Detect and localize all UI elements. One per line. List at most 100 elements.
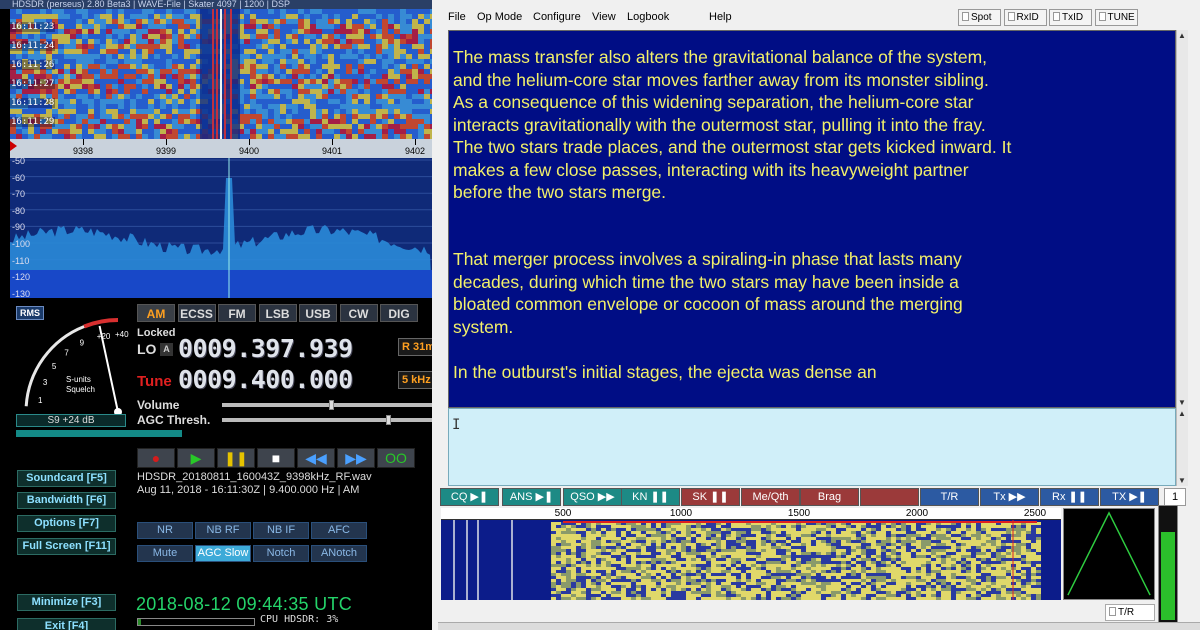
toggle-txid[interactable]: TxID (1049, 9, 1092, 26)
mode-button-ecss[interactable]: ECSS (177, 304, 216, 322)
toggle-spot[interactable]: Spot (958, 9, 1001, 26)
menu-op-mode[interactable]: Op Mode (477, 11, 522, 23)
lo-a-button[interactable]: A (160, 343, 173, 356)
macro-button[interactable] (860, 488, 919, 506)
forward-button[interactable]: ▶▶ (337, 448, 375, 468)
left-button[interactable]: Soundcard [F5] (17, 470, 116, 487)
audio-waterfall[interactable] (441, 508, 1061, 600)
audio-wf-cell (816, 561, 821, 564)
rf-spectrum[interactable] (10, 158, 432, 298)
mode-button-dig[interactable]: DIG (380, 304, 418, 322)
mode-button-am[interactable]: AM (137, 304, 175, 322)
dsp-button[interactable]: ANotch (311, 545, 367, 562)
scroll-up-icon[interactable]: ▲ (1178, 31, 1186, 40)
loop-button[interactable]: OO (377, 448, 415, 468)
band-badge[interactable]: R 31m (398, 338, 432, 356)
waterfall-cell (262, 99, 268, 104)
record-button[interactable]: ● (137, 448, 175, 468)
macro-button[interactable]: Tx ▶▶ (980, 488, 1039, 506)
macro-button[interactable]: Brag (800, 488, 859, 506)
volume-knob[interactable] (328, 400, 334, 410)
audio-wf-cell (636, 564, 641, 567)
waterfall-cell (370, 9, 376, 14)
menu-logbook[interactable]: Logbook (627, 11, 669, 23)
audio-wf-cell (576, 594, 581, 597)
volume-slider[interactable] (222, 400, 432, 410)
rms-button[interactable]: RMS (16, 306, 44, 320)
rx-scrollbar[interactable]: ▲ ▼ (1176, 30, 1188, 408)
dsp-button[interactable]: NB IF (253, 522, 309, 539)
waterfall-cell (376, 74, 382, 79)
mode-button-cw[interactable]: CW (339, 304, 378, 322)
waterfall-cell (406, 29, 412, 34)
menu-file[interactable]: File (448, 11, 466, 23)
left-button[interactable]: Full Screen [F11] (17, 538, 116, 555)
waterfall-cell (286, 59, 292, 64)
macro-button[interactable]: QSO ▶▶ (563, 488, 622, 506)
macro-button[interactable]: Rx ❚❚ (1040, 488, 1099, 506)
left-button[interactable]: Exit [F4] (17, 618, 116, 630)
scroll-up-icon[interactable]: ▲ (1178, 409, 1186, 418)
macro-button[interactable]: KN ❚❚ (621, 488, 680, 506)
tune-marker-icon (10, 141, 17, 151)
scroll-down-icon[interactable]: ▼ (1178, 398, 1186, 407)
left-button[interactable]: Options [F7] (17, 515, 116, 532)
pause-button[interactable]: ❚❚ (217, 448, 255, 468)
audio-wf-cell (606, 588, 611, 591)
tx-scrollbar[interactable]: ▲ ▼ (1176, 408, 1188, 486)
dsp-button[interactable]: AGC Slow (195, 545, 251, 562)
toggle-rxid[interactable]: RxID (1003, 9, 1047, 26)
audio-wf-cell (971, 582, 976, 585)
waterfall-cell (34, 34, 40, 39)
macro-set-counter[interactable]: 1 (1164, 488, 1186, 506)
squelch-bar[interactable] (16, 430, 182, 437)
mode-button-usb[interactable]: USB (299, 304, 337, 322)
audio-wf-cell (696, 597, 701, 600)
tr-toggle[interactable]: T/R (1105, 604, 1155, 621)
waterfall-cell (274, 79, 280, 84)
mode-button-fm[interactable]: FM (218, 304, 256, 322)
dsp-button[interactable]: NB RF (195, 522, 251, 539)
dsp-button[interactable]: AFC (311, 522, 367, 539)
dsp-button[interactable]: Notch (253, 545, 309, 562)
waterfall-cell (274, 39, 280, 44)
waterfall-cell (256, 114, 262, 119)
macro-button[interactable]: CQ ▶❚ (440, 488, 499, 506)
macro-button[interactable]: Me/Qth (741, 488, 800, 506)
audio-wf-cell (841, 591, 846, 594)
menu-configure[interactable]: Configure (533, 11, 581, 23)
rewind-button[interactable]: ◀◀ (297, 448, 335, 468)
dsp-button[interactable]: NR (137, 522, 193, 539)
waterfall-cell (70, 49, 76, 54)
tune-frequency-display[interactable]: 0009.400.000 (178, 365, 353, 394)
audio-wf-cell (746, 528, 751, 531)
step-badge[interactable]: 5 kHz (398, 371, 432, 389)
waterfall-cell (376, 29, 382, 34)
audio-wf-cell (846, 534, 851, 537)
audio-wf-cell (606, 576, 611, 579)
receive-text-pane[interactable]: The mass transfer also alters the gravit… (448, 30, 1176, 408)
transmit-text-area[interactable]: I (448, 408, 1176, 486)
macro-button[interactable]: ANS ▶❚ (502, 488, 561, 506)
scroll-down-icon[interactable]: ▼ (1178, 476, 1186, 485)
dsp-button[interactable]: Mute (137, 545, 193, 562)
left-button[interactable]: Bandwidth [F6] (17, 492, 116, 509)
lo-frequency-display[interactable]: 0009.397.939 (178, 334, 353, 363)
agc-thresh-slider[interactable] (222, 415, 432, 425)
stop-button[interactable]: ■ (257, 448, 295, 468)
macro-button[interactable]: TX ▶❚ (1100, 488, 1159, 506)
mode-button-lsb[interactable]: LSB (258, 304, 297, 322)
menu-view[interactable]: View (592, 11, 616, 23)
macro-button[interactable]: SK ❚❚ (681, 488, 740, 506)
left-button[interactable]: Minimize [F3] (17, 594, 116, 611)
menu-help[interactable]: Help (709, 11, 732, 23)
audio-wf-cell (801, 579, 806, 582)
frequency-scale[interactable]: 9398 9399 9400 9401 9402 (10, 139, 432, 158)
agc-knob[interactable] (386, 415, 391, 425)
rf-waterfall[interactable] (10, 9, 432, 139)
macro-button[interactable]: T/R (920, 488, 979, 506)
play-button[interactable]: ▶ (177, 448, 215, 468)
toggle-tune[interactable]: TUNE (1094, 9, 1138, 26)
waterfall-cell (334, 94, 340, 99)
audio-wf-cell (806, 570, 811, 573)
